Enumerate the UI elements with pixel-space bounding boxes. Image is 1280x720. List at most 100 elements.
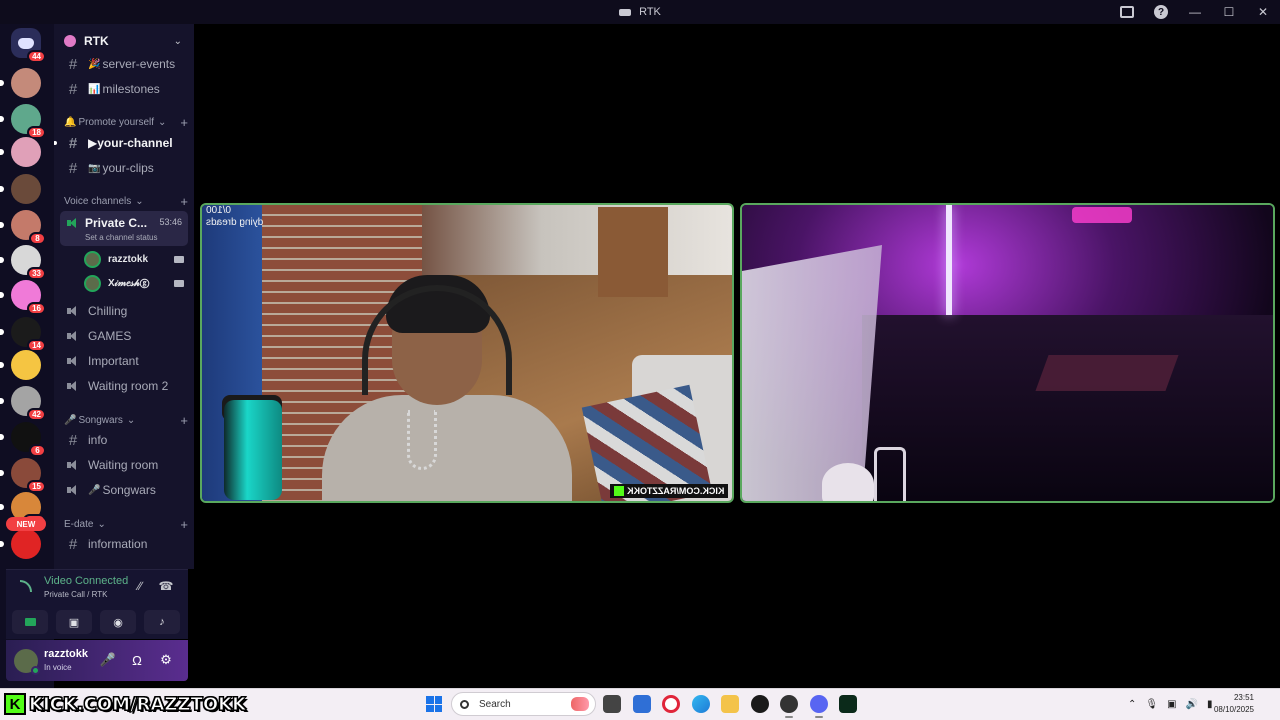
running-indicator [785, 716, 793, 718]
discord-logo-icon [619, 8, 632, 16]
server-icon[interactable] [0, 529, 41, 559]
server-icon[interactable]: 8 [0, 210, 46, 245]
close-button[interactable]: ✕ [1246, 0, 1280, 24]
add-channel-icon[interactable]: + [180, 194, 188, 209]
taskbar-clock[interactable]: 23:51 08/10/2025 [1214, 692, 1254, 716]
window-title: RTK [619, 6, 661, 18]
discord-app-icon[interactable] [810, 695, 828, 718]
add-channel-icon[interactable]: + [180, 115, 188, 130]
store-app-icon[interactable] [633, 695, 651, 713]
channel-info[interactable]: # info [60, 429, 188, 451]
category-emoji: 🔔 [64, 116, 77, 128]
file-explorer-icon[interactable] [721, 695, 739, 713]
volume-icon[interactable]: 🔊 [1186, 699, 1198, 710]
minimize-button[interactable]: — [1178, 0, 1212, 24]
add-channel-icon[interactable]: + [180, 517, 188, 532]
video-tile-second-user[interactable] [740, 203, 1275, 503]
server-icon[interactable] [0, 350, 41, 380]
hash-icon: # [68, 55, 78, 73]
camera-icon [174, 279, 184, 287]
add-channel-icon[interactable]: + [180, 413, 188, 428]
headphones-icon[interactable]: Ω [129, 652, 145, 668]
channel-your-channel[interactable]: # ▶your-channel [54, 132, 188, 154]
category-songwars[interactable]: 🎤 Songwars ⌄ + [64, 412, 188, 428]
neon-sign [1072, 207, 1132, 223]
voice-channel-chilling[interactable]: Chilling [60, 300, 188, 322]
kick-watermark: KICK.COM/RAZZTOKK [609, 484, 728, 498]
user-panel: razztokk In voice 🎤 Ω ⚙ [6, 640, 188, 681]
channel-server-events[interactable]: # 🎉 server-events [60, 53, 188, 75]
channel-your-clips[interactable]: # 📷 your-clips [60, 157, 188, 179]
signal-icon[interactable] [20, 580, 32, 592]
server-icon[interactable] [0, 174, 41, 204]
voice-status-subtitle[interactable]: Private Call / RTK [44, 590, 107, 599]
user-name[interactable]: razztokk [44, 648, 88, 660]
voice-channel-waiting-room-2[interactable]: Waiting room 2 [60, 375, 188, 397]
category-promote-yourself[interactable]: 🔔 Promote yourself ⌄ + [64, 114, 188, 130]
search-placeholder: Search [479, 698, 511, 710]
category-e-date[interactable]: E-date ⌄ + [64, 516, 188, 532]
streamer-figure [322, 395, 572, 501]
server-icon[interactable]: 16 [0, 280, 46, 315]
speaker-icon [66, 484, 80, 496]
server-icon[interactable] [0, 68, 41, 98]
category-voice-channels[interactable]: Voice channels ⌄ + [64, 193, 188, 209]
voice-user-razztokk[interactable]: razztokk [84, 249, 188, 269]
windows-start-button[interactable] [426, 696, 442, 712]
camera-button[interactable] [12, 610, 48, 634]
maximize-button[interactable]: ☐ [1212, 0, 1246, 24]
server-icon[interactable]: 33 [0, 245, 46, 280]
task-view-icon[interactable] [603, 695, 621, 713]
disconnect-icon[interactable]: ☎ [158, 578, 174, 594]
opera-app-icon[interactable] [662, 695, 680, 713]
camera-icon [24, 618, 36, 626]
screen-share-button[interactable]: ▣ [56, 610, 92, 634]
noise-suppression-icon[interactable]: ∕∕ [132, 578, 148, 594]
settings-gear-icon[interactable]: ⚙ [158, 652, 174, 668]
voice-status-title: Video Connected [44, 575, 129, 587]
battery-icon[interactable]: ▮ [1207, 699, 1213, 710]
soundboard-button[interactable]: ♪ [144, 610, 180, 634]
new-badge: NEW [6, 517, 46, 531]
server-unread-pill [0, 222, 4, 228]
server-icon[interactable]: 42 [0, 386, 46, 421]
voice-channel-songwars[interactable]: 🎤 Songwars [60, 479, 188, 501]
mention-badge: 6 [29, 444, 46, 457]
app-icon[interactable] [751, 695, 769, 713]
server-icon[interactable]: 6 [0, 422, 46, 457]
voice-channel-important[interactable]: Important [60, 350, 188, 372]
speaker-icon [66, 459, 80, 471]
server-unread-pill [0, 149, 4, 155]
channel-information[interactable]: # information [60, 533, 188, 555]
inbox-button[interactable] [1110, 0, 1144, 24]
network-icon[interactable]: ▣ [1167, 699, 1176, 710]
voice-channel-games[interactable]: GAMES [60, 325, 188, 347]
hash-icon: # [68, 431, 78, 449]
chrome-app-icon[interactable] [780, 695, 798, 718]
channel-milestones[interactable]: # 📊 milestones [60, 78, 188, 100]
stream-scenery [874, 447, 906, 501]
taskbar-search[interactable]: Search [451, 692, 596, 716]
voice-channel-private-call[interactable]: Private C... 53:46 Set a channel status [60, 211, 188, 246]
avatar[interactable] [14, 649, 40, 675]
server-icon[interactable]: 15 [0, 458, 46, 493]
microphone-icon[interactable]: 🎙 [1145, 699, 1158, 710]
activities-button[interactable]: ◉ [100, 610, 136, 634]
chevron-up-icon[interactable]: ⌃ [1128, 699, 1136, 710]
guild-header[interactable]: RTK ⌄ [54, 30, 194, 52]
clock-date: 08/10/2025 [1213, 705, 1254, 714]
server-icon[interactable]: 18 [0, 104, 46, 139]
voice-user-second[interactable]: X𝒾𝓂𝑒𝓈𝒽ⓖ [84, 273, 188, 293]
help-button[interactable]: ? [1144, 0, 1178, 24]
server-icon[interactable] [0, 137, 41, 167]
video-tile-razztokk[interactable]: 0/100 dying dreads KICK.COM/RAZZTOKK [200, 203, 734, 503]
category-label: Promote yourself [78, 116, 155, 128]
voice-channel-waiting-room[interactable]: Waiting room [60, 454, 188, 476]
set-channel-status[interactable]: Set a channel status [85, 233, 158, 242]
microphone-icon[interactable]: 🎤 [100, 652, 116, 668]
server-icon[interactable]: 14 [0, 317, 46, 352]
edge-app-icon[interactable] [692, 695, 710, 713]
home-button[interactable]: 44 [11, 28, 46, 63]
terminal-app-icon[interactable] [839, 695, 857, 713]
channel-emoji: 🎤 [88, 484, 101, 496]
